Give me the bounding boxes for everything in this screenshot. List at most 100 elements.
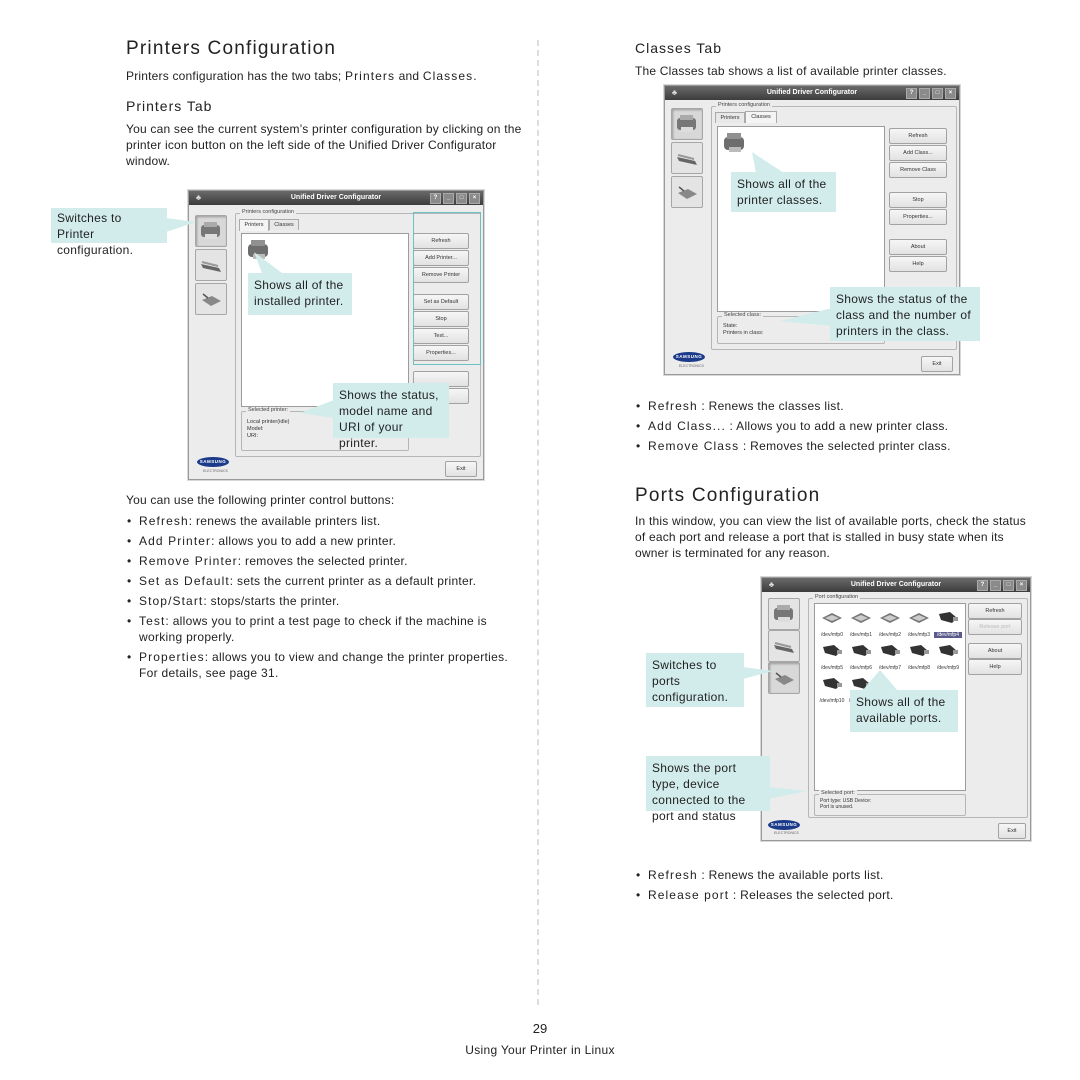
refresh-button[interactable]: Refresh: [968, 603, 1022, 619]
scanner-config-side-button[interactable]: [671, 142, 703, 174]
printers-intro: Printers configuration has the two tabs;…: [126, 68, 477, 84]
port-label: /dev/mfp0: [821, 632, 843, 638]
minimize-window-button[interactable]: _: [919, 88, 930, 99]
minimize-window-button[interactable]: _: [990, 580, 1001, 591]
printers-tab-subheading: Printers Tab: [126, 98, 213, 114]
printer-model: Model:: [247, 426, 264, 432]
bullet-text: : Releases the selected port.: [729, 888, 894, 902]
port-item[interactable]: /dev/mfp3: [905, 608, 933, 638]
exit-button[interactable]: Exit: [921, 356, 953, 372]
callout-switches-to-printer: Switches to Printer configuration.: [51, 208, 167, 257]
port-label: /dev/mfp2: [879, 632, 901, 638]
scanner-config-side-button[interactable]: [768, 630, 800, 662]
bullet-refresh: Refresh : Renews the available ports lis…: [635, 867, 1035, 883]
scanner-config-side-button[interactable]: [195, 249, 227, 281]
printer-config-side-button[interactable]: [768, 598, 800, 630]
about-button[interactable]: About: [889, 239, 947, 255]
group-label: Printers configuration: [240, 209, 296, 215]
callout-switches-to-ports: Switches to ports configuration.: [646, 653, 744, 707]
parallel-port-icon: [822, 613, 842, 623]
tab-printers[interactable]: Printers: [239, 219, 269, 231]
bullet-text: : allows you to add a new printer.: [211, 534, 397, 548]
bullet-add-printer: Add Printer: allows you to add a new pri…: [126, 533, 511, 549]
port-icon: [678, 186, 697, 199]
usb-port-icon: [910, 645, 929, 656]
properties-button[interactable]: Properties...: [889, 209, 947, 225]
maximize-window-button[interactable]: □: [456, 193, 467, 204]
port-item[interactable]: /dev/mfp10: [818, 674, 846, 704]
parallel-port-icon: [909, 613, 929, 623]
help-window-button[interactable]: ?: [906, 88, 917, 99]
chapter-footer: Using Your Printer in Linux: [465, 1043, 615, 1057]
minimize-window-button[interactable]: _: [443, 193, 454, 204]
bullet-text: : Removes the selected printer class.: [739, 439, 951, 453]
class-list[interactable]: [717, 126, 885, 312]
bullet-text: : Allows you to add a new printer class.: [725, 419, 949, 433]
window-titlebar: ♣ Unified Driver Configurator ? _ □ ×: [665, 86, 959, 100]
maximize-window-button[interactable]: □: [1003, 580, 1014, 591]
usb-port-icon: [852, 645, 871, 656]
bullet-term: Add Class...: [648, 419, 726, 433]
bullet-stop-start: Stop/Start: stops/starts the printer.: [126, 593, 511, 609]
port-item[interactable]: /dev/mfp4: [934, 608, 962, 638]
callout-tail: [300, 400, 334, 418]
help-button[interactable]: Help: [968, 659, 1022, 675]
button-highlight-box: [413, 212, 481, 365]
help-button[interactable]: Help: [889, 256, 947, 272]
port-item[interactable]: /dev/mfp8: [905, 641, 933, 671]
release-port-button[interactable]: Release port: [968, 619, 1022, 635]
app-icon: ♣: [671, 88, 678, 97]
printer-buttons-list: Refresh: renews the available printers l…: [126, 513, 511, 685]
tab-classes[interactable]: Classes: [269, 219, 299, 230]
port-label: /dev/mfp8: [908, 665, 930, 671]
help-window-button[interactable]: ?: [430, 193, 441, 204]
port-item[interactable]: /dev/mfp7: [876, 641, 904, 671]
callout-tail: [254, 252, 282, 273]
printer-config-side-button[interactable]: [195, 215, 227, 247]
tab-classes[interactable]: Classes: [745, 111, 777, 123]
port-icon: [775, 672, 794, 685]
bullet-text: : removes the selected printer.: [237, 554, 408, 568]
printer-buttons-intro: You can use the following printer contro…: [126, 493, 395, 507]
maximize-window-button[interactable]: □: [932, 88, 943, 99]
bullet-term: Properties: [139, 650, 205, 664]
refresh-button[interactable]: Refresh: [889, 128, 947, 144]
printer-config-side-button[interactable]: [671, 108, 703, 140]
callout-tail: [752, 152, 784, 173]
bullet-release-port: Release port : Releases the selected por…: [635, 887, 1035, 903]
port-item[interactable]: /dev/mfp2: [876, 608, 904, 638]
port-label: /dev/mfp4: [934, 632, 962, 638]
scanner-icon: [677, 154, 697, 165]
exit-button[interactable]: Exit: [998, 823, 1026, 839]
port-item[interactable]: /dev/mfp9: [934, 641, 962, 671]
help-window-button[interactable]: ?: [977, 580, 988, 591]
callout-class-status: Shows the status of the class and the nu…: [830, 287, 980, 341]
remove-class-button[interactable]: Remove Class: [889, 162, 947, 178]
port-config-side-button[interactable]: [671, 176, 703, 208]
close-window-button[interactable]: ×: [945, 88, 956, 99]
port-item[interactable]: /dev/mfp5: [818, 641, 846, 671]
port-item[interactable]: /dev/mfp0: [818, 608, 846, 638]
close-window-button[interactable]: ×: [469, 193, 480, 204]
add-class-button[interactable]: Add Class...: [889, 145, 947, 161]
tab-printers[interactable]: Printers: [715, 112, 745, 123]
port-config-side-button[interactable]: [195, 283, 227, 315]
port-item[interactable]: /dev/mfp1: [847, 608, 875, 638]
samsung-logo: SAMSUNG: [197, 457, 229, 467]
port-label: /dev/mfp1: [850, 632, 872, 638]
bullet-term: Stop/Start: [139, 594, 204, 608]
window-title: Unified Driver Configurator: [290, 194, 382, 201]
bullet-term: Refresh: [648, 399, 698, 413]
printer-class-icon[interactable]: [722, 131, 748, 155]
intro-text: Printers configuration has the two tabs;: [126, 69, 345, 83]
close-window-button[interactable]: ×: [1016, 580, 1027, 591]
about-button[interactable]: About: [968, 643, 1022, 659]
bullet-remove-class: Remove Class : Removes the selected prin…: [635, 438, 1035, 454]
exit-button[interactable]: Exit: [445, 461, 477, 477]
stop-button[interactable]: Stop: [889, 192, 947, 208]
window-titlebar: ♣ Unified Driver Configurator ? _ □ ×: [189, 191, 483, 205]
scanner-icon: [201, 261, 221, 272]
callout-tail: [768, 787, 808, 799]
port-item[interactable]: /dev/mfp6: [847, 641, 875, 671]
column-divider: [537, 40, 539, 1005]
